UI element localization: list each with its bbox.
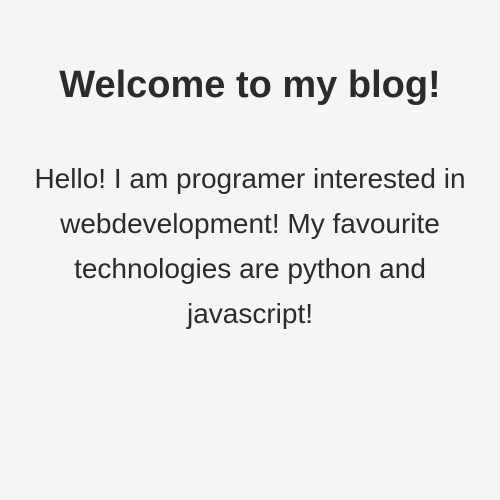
page-title: Welcome to my blog! (59, 64, 441, 106)
blog-page: Welcome to my blog! Hello! I am programe… (0, 0, 500, 500)
intro-paragraph: Hello! I am programer interested in webd… (34, 163, 466, 329)
